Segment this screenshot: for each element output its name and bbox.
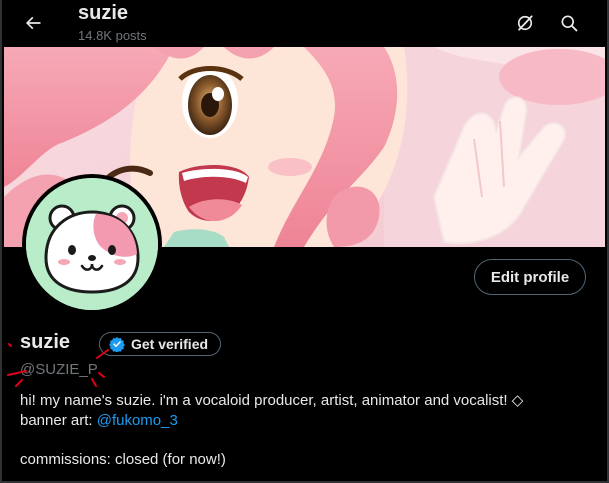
bio-line: banner art: @fukomo_3 [20,411,590,431]
hamster-avatar-image [26,178,158,310]
back-arrow-icon [25,16,41,30]
post-count: 14.8K posts [78,28,147,43]
profile-bio: hi! my name's suzie. i'm a vocaloid prod… [20,391,590,431]
verified-badge-icon [109,337,125,352]
profile-handle: @SUZIE_P [20,361,98,378]
profile-display-name: suzie [20,331,71,353]
edit-profile-button[interactable]: Edit profile [474,259,586,295]
get-verified-label: Get verified [131,336,209,352]
get-verified-button[interactable]: Get verified [99,332,222,356]
grok-icon [517,15,533,31]
back-button[interactable] [16,6,50,40]
search-button[interactable] [552,6,586,40]
bio-line: hi! my name's suzie. i'm a vocaloid prod… [20,392,524,409]
commissions-status: commissions: closed (for now!) [20,451,226,468]
grok-button[interactable] [508,6,542,40]
avatar [26,178,158,310]
profile-avatar[interactable] [22,174,162,314]
profile-header: suzie 14.8K posts [0,0,609,47]
bio-text: banner art: [20,412,97,429]
header-title: suzie [78,2,129,24]
banner-artist-link[interactable]: @fukomo_3 [97,412,178,429]
search-icon [561,15,578,32]
